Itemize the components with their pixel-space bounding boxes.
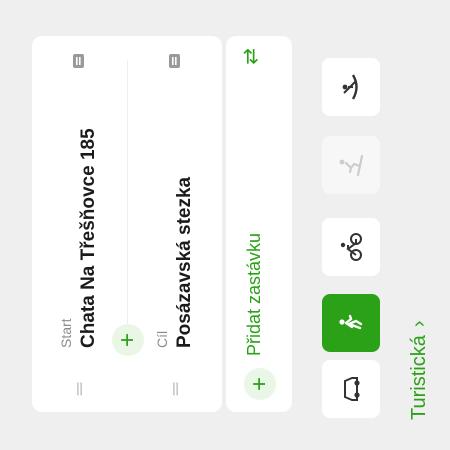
cycling-icon bbox=[340, 233, 362, 261]
mode-canoe-button[interactable] bbox=[322, 58, 380, 116]
route-type-label: Turistická bbox=[408, 335, 430, 420]
stops-card: + Přidat zastávku ⇄ bbox=[226, 36, 292, 412]
add-stop-label[interactable]: Přidat zastávku bbox=[244, 233, 265, 356]
swap-icon[interactable]: ⇄ bbox=[238, 48, 263, 65]
drag-handle-icon[interactable]: ═ bbox=[68, 378, 90, 400]
rotated-stage: ═ Start Chata Na Třešňovce 185 ═ Cíl Pos… bbox=[0, 0, 450, 450]
mode-car-button[interactable] bbox=[322, 360, 380, 418]
map-pin-icon[interactable] bbox=[68, 50, 90, 72]
insert-stop-button[interactable]: + bbox=[112, 324, 144, 356]
ski-icon bbox=[339, 154, 364, 177]
mode-cycling-button[interactable] bbox=[322, 218, 380, 276]
destination-row[interactable]: ═ Cíl Posázavská stezka bbox=[128, 36, 223, 412]
drag-handle-icon[interactable]: ═ bbox=[164, 378, 186, 400]
chevron-right-icon: › bbox=[408, 320, 430, 328]
mode-ski-button[interactable] bbox=[322, 136, 380, 194]
map-pin-icon[interactable] bbox=[164, 50, 186, 72]
start-row[interactable]: ═ Start Chata Na Třešňovce 185 bbox=[32, 36, 127, 412]
add-stop-plus-icon[interactable]: + bbox=[244, 368, 276, 400]
transport-modes bbox=[322, 28, 380, 418]
mode-hiking-button[interactable] bbox=[322, 294, 380, 352]
canoe-icon bbox=[342, 74, 358, 100]
start-value[interactable]: Chata Na Třešňovce 185 bbox=[78, 128, 100, 348]
destination-label: Cíl bbox=[154, 330, 170, 348]
route-card: ═ Start Chata Na Třešňovce 185 ═ Cíl Pos… bbox=[32, 36, 222, 412]
car-icon bbox=[344, 377, 360, 401]
start-label: Start bbox=[58, 318, 74, 348]
destination-value[interactable]: Posázavská stezka bbox=[174, 177, 196, 348]
route-type-select[interactable]: Turistická › bbox=[408, 321, 431, 421]
hiking-icon bbox=[339, 314, 363, 330]
